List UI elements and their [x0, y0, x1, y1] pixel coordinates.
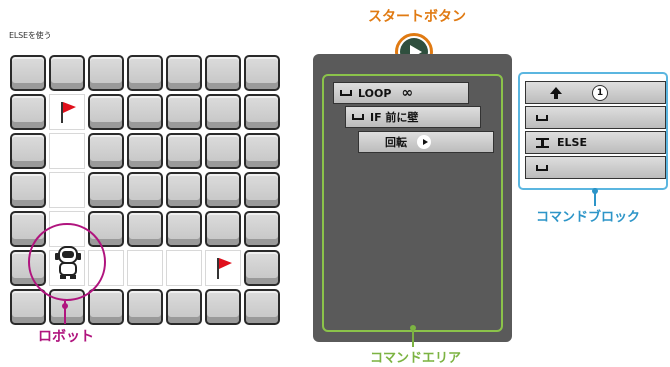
- command-block-callout-dot: [592, 188, 598, 194]
- wall-block: [127, 133, 163, 169]
- wall-block: [244, 94, 280, 130]
- wall-block: [127, 289, 163, 325]
- wall-block: [127, 55, 163, 91]
- floor-cell: [49, 172, 85, 208]
- wall-block: [49, 55, 85, 91]
- command-area-callout-line: [412, 330, 414, 347]
- palette-else-block[interactable]: ELSE: [525, 131, 666, 154]
- command-if-label: IF 前に壁: [370, 111, 419, 124]
- robot-callout-dot: [62, 303, 68, 309]
- flag-icon: [217, 258, 232, 279]
- wall-block: [205, 211, 241, 247]
- wall-block: [10, 133, 46, 169]
- wall-block: [205, 55, 241, 91]
- wall-block: [88, 55, 124, 91]
- wall-block: [88, 289, 124, 325]
- robot-label: ロボット: [38, 329, 94, 345]
- wall-block: [166, 289, 202, 325]
- wall-block: [10, 94, 46, 130]
- palette-else-label: ELSE: [557, 136, 587, 149]
- goal-cell: [49, 94, 85, 130]
- arrow-up-icon: [550, 86, 562, 99]
- bracket-icon: [536, 114, 548, 121]
- wall-block: [10, 172, 46, 208]
- command-if-block[interactable]: IF 前に壁: [345, 106, 481, 128]
- command-block-palette: 1 ELSE: [518, 72, 668, 190]
- forward-count-badge[interactable]: 1: [592, 84, 608, 101]
- bracket-icon: [536, 164, 548, 171]
- wall-block: [244, 211, 280, 247]
- bracket-icon: [340, 90, 352, 96]
- wall-block: [205, 133, 241, 169]
- wall-block: [244, 250, 280, 286]
- wall-block: [166, 211, 202, 247]
- flag-icon: [61, 102, 76, 123]
- wall-block: [244, 289, 280, 325]
- wall-block: [88, 172, 124, 208]
- command-area-label: コマンドエリア: [370, 351, 462, 366]
- floor-cell: [127, 250, 163, 286]
- wall-block: [244, 172, 280, 208]
- wall-block: [127, 211, 163, 247]
- command-loop-block[interactable]: LOOP ∞: [333, 82, 469, 104]
- palette-loop-block[interactable]: [525, 156, 666, 179]
- wall-block: [10, 289, 46, 325]
- wall-block: [205, 94, 241, 130]
- palette-if-block[interactable]: [525, 106, 666, 129]
- infinity-icon: ∞: [401, 85, 414, 101]
- wall-block: [205, 289, 241, 325]
- command-turn-label: 回転: [385, 136, 407, 149]
- page-title: ELSEを使う: [9, 31, 52, 40]
- wall-block: [205, 172, 241, 208]
- robot-icon[interactable]: [52, 245, 84, 281]
- wall-block: [127, 94, 163, 130]
- command-area-callout-dot: [410, 325, 416, 331]
- wall-block: [88, 133, 124, 169]
- floor-cell: [49, 133, 85, 169]
- floor-cell: [166, 250, 202, 286]
- ibeam-icon: [536, 137, 549, 148]
- wall-block: [88, 94, 124, 130]
- palette-forward-block[interactable]: 1: [525, 81, 666, 104]
- wall-block: [244, 55, 280, 91]
- wall-block: [166, 94, 202, 130]
- wall-block: [166, 55, 202, 91]
- command-turn-block[interactable]: 回転: [358, 131, 494, 153]
- command-block-label: コマンドブロック: [536, 210, 641, 225]
- wall-block: [127, 172, 163, 208]
- wall-block: [166, 133, 202, 169]
- command-loop-label: LOOP: [358, 86, 392, 100]
- start-button-label: スタートボタン: [368, 9, 466, 25]
- wall-block: [166, 172, 202, 208]
- bracket-icon: [352, 114, 364, 120]
- wall-block: [244, 133, 280, 169]
- turn-direction-icon: [417, 135, 431, 149]
- goal-cell: [205, 250, 241, 286]
- wall-block: [10, 55, 46, 91]
